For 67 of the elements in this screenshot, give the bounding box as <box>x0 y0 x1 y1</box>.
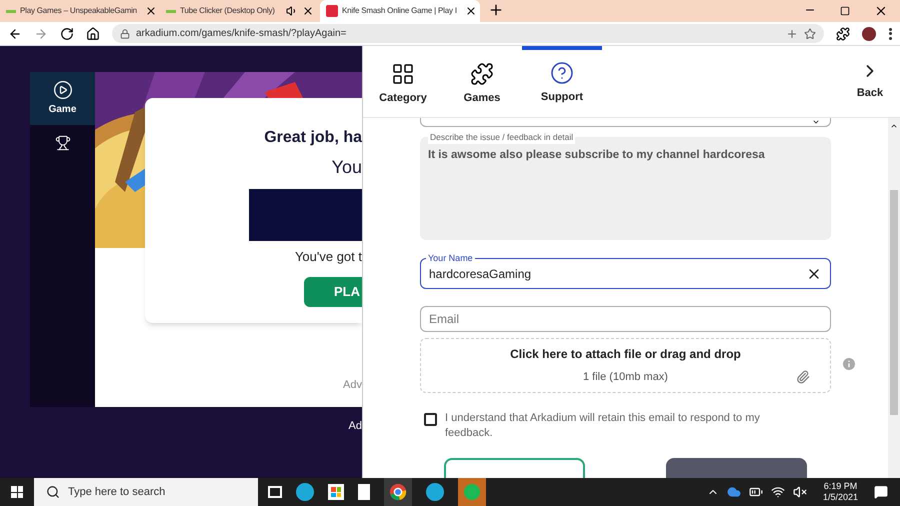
browser-tab[interactable]: Tube Clicker (Desktop Only) <box>160 0 320 22</box>
site-icon <box>326 5 338 17</box>
wifi-icon[interactable] <box>770 485 785 499</box>
star-icon[interactable] <box>804 28 816 40</box>
card-message: You've got t <box>294 248 362 266</box>
close-icon[interactable] <box>874 4 888 18</box>
attach-dropzone[interactable]: Click here to attach file or drag and drop 1 file (10mb max) <box>420 338 831 393</box>
browser-app-icon[interactable] <box>296 483 314 501</box>
puzzle-icon <box>470 62 494 86</box>
browser-app-icon[interactable] <box>426 483 444 501</box>
nav-tab[interactable]: Category <box>363 46 443 117</box>
close-icon[interactable] <box>464 5 477 17</box>
browser-tab[interactable]: Play Games – UnspeakableGamin <box>0 0 160 22</box>
maximize-icon[interactable] <box>840 6 850 16</box>
play-again-button[interactable]: PLA <box>304 276 362 306</box>
scrollbar[interactable] <box>888 118 900 478</box>
card-subtitle: You <box>332 156 362 179</box>
help-icon <box>550 61 574 86</box>
paperclip-icon <box>796 370 810 384</box>
close-icon[interactable] <box>302 5 314 17</box>
scroll-up-icon[interactable] <box>890 122 898 130</box>
select-field[interactable] <box>420 118 831 128</box>
battery-icon[interactable] <box>748 485 763 499</box>
field-label: Describe the issue / feedback in detail <box>428 131 576 144</box>
site-icon <box>6 10 16 12</box>
site-icon <box>166 10 176 12</box>
ad-label: Adv <box>343 378 362 392</box>
menu-icon[interactable] <box>888 28 892 40</box>
address-field[interactable]: arkadium.com/games/knife-smash/?playAgain= <box>112 24 824 43</box>
email-field[interactable]: Email <box>420 306 831 332</box>
clock[interactable]: 6:19 PM 1/5/2021 <box>822 481 858 503</box>
extensions-icon[interactable] <box>836 26 850 40</box>
play-icon <box>52 80 72 100</box>
chrome-app-icon[interactable] <box>384 478 412 506</box>
cloud-icon[interactable] <box>726 485 741 499</box>
tab-title: Play Games – UnspeakableGamin <box>20 5 137 17</box>
sidebar-label: Game <box>48 103 76 117</box>
tab-title: Tube Clicker (Desktop Only) <box>180 5 275 17</box>
url-text: arkadium.com/games/knife-smash/?playAgain= <box>136 27 346 41</box>
nav-tab[interactable]: Games <box>442 46 522 117</box>
taskbar-search-field[interactable]: Type here to search <box>34 478 258 506</box>
browser-tab[interactable]: Knife Smash Online Game | Play I <box>320 0 480 22</box>
back-icon[interactable] <box>8 26 22 40</box>
grid-icon <box>391 62 415 86</box>
store-app-icon[interactable] <box>328 484 344 500</box>
lock-icon <box>120 28 130 38</box>
close-icon[interactable] <box>144 5 157 17</box>
card-title: Great job, ha <box>264 128 362 148</box>
back-button[interactable]: Back <box>840 46 900 117</box>
add-icon[interactable] <box>786 28 798 40</box>
task-view-icon[interactable] <box>268 486 282 498</box>
home-icon[interactable] <box>86 26 100 40</box>
ad-label: Ad <box>348 419 362 434</box>
reload-icon[interactable] <box>60 26 74 40</box>
nav-tab[interactable]: Support <box>522 46 602 117</box>
consent-checkbox[interactable] <box>424 413 437 426</box>
trophy-icon <box>54 135 70 151</box>
profile-avatar[interactable] <box>862 26 876 40</box>
forward-icon[interactable] <box>34 26 48 40</box>
consent-text: I understand that Arkadium will retain this email to respond to my feedback. <box>445 411 761 441</box>
tab-title: Knife Smash Online Game | Play I <box>342 5 457 17</box>
mute-icon[interactable] <box>792 485 807 499</box>
notifications-icon[interactable] <box>874 485 888 499</box>
windows-icon[interactable] <box>11 486 23 498</box>
new-tab-icon[interactable] <box>488 2 504 18</box>
sidebar-item[interactable]: Game <box>30 72 95 125</box>
search-icon <box>46 485 60 499</box>
